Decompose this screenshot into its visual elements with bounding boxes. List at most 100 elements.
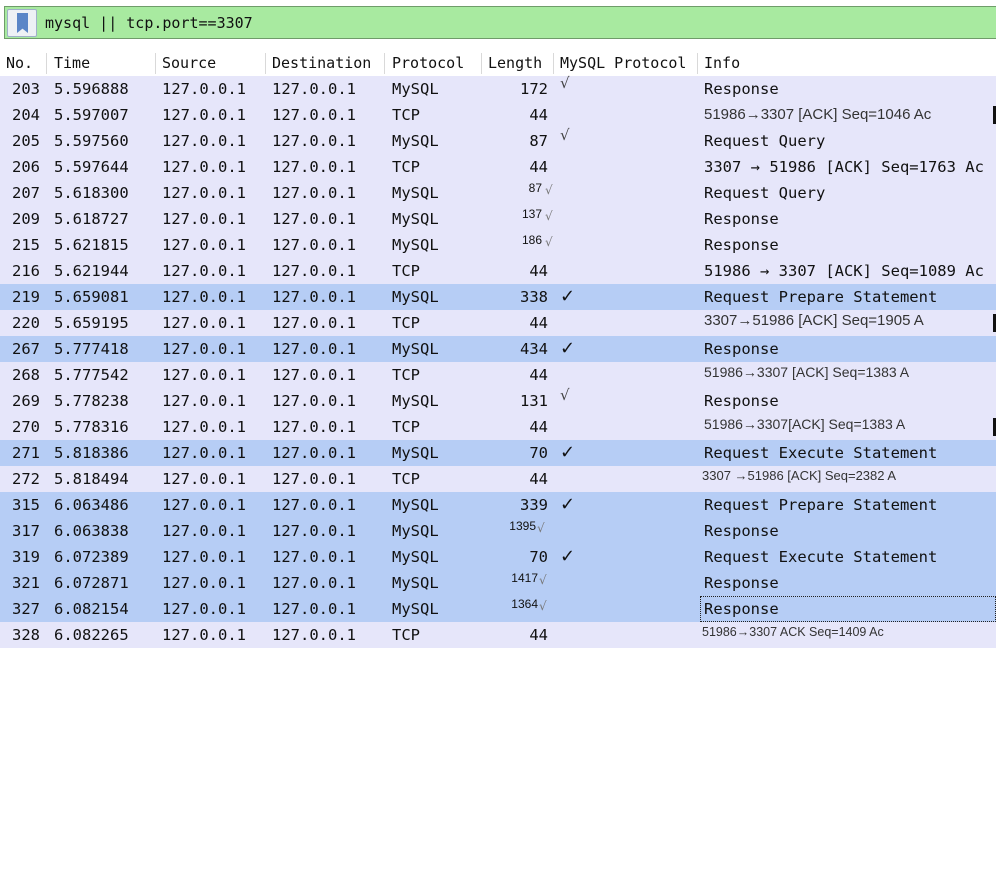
- cell-no: 205: [12, 132, 40, 150]
- display-filter-input[interactable]: mysql || tcp.port==3307: [4, 6, 996, 39]
- cell-source: 127.0.0.1: [162, 444, 246, 462]
- cell-protocol: TCP: [392, 262, 420, 280]
- column-divider[interactable]: [553, 53, 554, 74]
- cell-no: 216: [12, 262, 40, 280]
- check-icon: ✓: [560, 286, 576, 307]
- cell-time: 6.082265: [54, 626, 129, 644]
- cell-destination: 127.0.0.1: [272, 106, 356, 124]
- cell-destination: 127.0.0.1: [272, 574, 356, 592]
- cell-time: 5.621944: [54, 262, 129, 280]
- table-row[interactable]: 216 5.621944 127.0.0.1 127.0.0.1 TCP 44 …: [0, 258, 996, 284]
- cell-source: 127.0.0.1: [162, 132, 246, 150]
- cell-destination: 127.0.0.1: [272, 496, 356, 514]
- cell-destination: 127.0.0.1: [272, 314, 356, 332]
- cell-destination: 127.0.0.1: [272, 522, 356, 540]
- filter-text[interactable]: mysql || tcp.port==3307: [45, 14, 253, 32]
- column-header-source[interactable]: Source: [162, 50, 216, 76]
- check-icon: √: [560, 386, 570, 404]
- cell-source: 127.0.0.1: [162, 522, 246, 540]
- cell-destination: 127.0.0.1: [272, 470, 356, 488]
- table-row[interactable]: 204 5.597007 127.0.0.1 127.0.0.1 TCP 44 …: [0, 102, 996, 128]
- cell-source: 127.0.0.1: [162, 288, 246, 306]
- cell-destination: 127.0.0.1: [272, 262, 356, 280]
- cell-time: 6.063486: [54, 496, 129, 514]
- cell-info: Response: [704, 522, 779, 540]
- column-divider[interactable]: [46, 53, 47, 74]
- table-row[interactable]: 272 5.818494 127.0.0.1 127.0.0.1 TCP 44 …: [0, 466, 996, 492]
- cell-source: 127.0.0.1: [162, 236, 246, 254]
- cell-protocol: TCP: [392, 366, 420, 384]
- table-row[interactable]: 328 6.082265 127.0.0.1 127.0.0.1 TCP 44 …: [0, 622, 996, 648]
- cell-no: 203: [12, 80, 40, 98]
- column-header-mysql-protocol[interactable]: MySQL Protocol: [560, 50, 686, 76]
- cell-no: 209: [12, 210, 40, 228]
- column-divider[interactable]: [481, 53, 482, 74]
- cell-time: 5.659081: [54, 288, 129, 306]
- cell-destination: 127.0.0.1: [272, 340, 356, 358]
- table-row[interactable]: 219 5.659081 127.0.0.1 127.0.0.1 MySQL 3…: [0, 284, 996, 310]
- column-header-time[interactable]: Time: [54, 50, 90, 76]
- table-row[interactable]: 203 5.596888 127.0.0.1 127.0.0.1 MySQL 1…: [0, 74, 996, 102]
- cell-no: 328: [12, 626, 40, 644]
- column-divider[interactable]: [155, 53, 156, 74]
- column-divider[interactable]: [384, 53, 385, 74]
- cell-time: 5.778238: [54, 392, 129, 410]
- table-row[interactable]: 205 5.597560 127.0.0.1 127.0.0.1 MySQL 8…: [0, 126, 996, 154]
- cell-no: 219: [12, 288, 40, 306]
- check-icon: ✓: [560, 442, 576, 463]
- cell-info: Response: [704, 236, 779, 254]
- check-icon: √: [539, 573, 547, 587]
- cell-info: 3307 →51986 [ACK] Seq=2382 A: [702, 468, 897, 483]
- column-header-no[interactable]: No.: [6, 50, 33, 76]
- column-divider[interactable]: [265, 53, 266, 74]
- cell-source: 127.0.0.1: [162, 626, 246, 644]
- table-row[interactable]: 220 5.659195 127.0.0.1 127.0.0.1 TCP 44 …: [0, 310, 996, 336]
- column-header-destination[interactable]: Destination: [272, 50, 371, 76]
- cell-source: 127.0.0.1: [162, 106, 246, 124]
- cell-protocol: MySQL: [392, 392, 439, 410]
- table-row[interactable]: 215 5.621815 127.0.0.1 127.0.0.1 MySQL 1…: [0, 232, 996, 258]
- cell-length: 44: [529, 262, 548, 280]
- cell-info: Request Prepare Statement: [704, 496, 938, 514]
- cell-length: 44: [529, 418, 548, 436]
- cell-source: 127.0.0.1: [162, 574, 246, 592]
- cell-time: 5.818494: [54, 470, 129, 488]
- table-row[interactable]: 268 5.777542 127.0.0.1 127.0.0.1 TCP 44 …: [0, 362, 996, 388]
- cell-source: 127.0.0.1: [162, 366, 246, 384]
- bookmark-icon[interactable]: [7, 9, 37, 37]
- cell-no: 271: [12, 444, 40, 462]
- cell-protocol: MySQL: [392, 444, 439, 462]
- cell-time: 5.597560: [54, 132, 129, 150]
- cell-no: 207: [12, 184, 40, 202]
- cell-no: 269: [12, 392, 40, 410]
- cell-destination: 127.0.0.1: [272, 600, 356, 618]
- cell-time: 5.778316: [54, 418, 129, 436]
- check-icon: ✓: [560, 338, 576, 359]
- cell-source: 127.0.0.1: [162, 314, 246, 332]
- cell-destination: 127.0.0.1: [272, 132, 356, 150]
- cell-info: Request Prepare Statement: [704, 288, 938, 306]
- column-header-length[interactable]: Length: [488, 50, 542, 76]
- cell-source: 127.0.0.1: [162, 418, 246, 436]
- cell-destination: 127.0.0.1: [272, 184, 356, 202]
- display-filter-bar: mysql || tcp.port==3307: [0, 0, 996, 46]
- cell-no: 315: [12, 496, 40, 514]
- cell-time: 5.597007: [54, 106, 129, 124]
- column-header-info[interactable]: Info: [704, 50, 740, 76]
- table-row[interactable]: 317 6.063838 127.0.0.1 127.0.0.1 MySQL 1…: [0, 518, 996, 544]
- table-row[interactable]: 270 5.778316 127.0.0.1 127.0.0.1 TCP 44 …: [0, 414, 996, 440]
- cell-time: 6.063838: [54, 522, 129, 540]
- column-header-protocol[interactable]: Protocol: [392, 50, 464, 76]
- column-divider[interactable]: [697, 53, 698, 74]
- cell-protocol: TCP: [392, 106, 420, 124]
- cell-source: 127.0.0.1: [162, 210, 246, 228]
- cell-destination: 127.0.0.1: [272, 236, 356, 254]
- cell-length: 44: [529, 470, 548, 488]
- cell-info: 3307→51986 [ACK] Seq=1905 A: [704, 312, 924, 329]
- cell-source: 127.0.0.1: [162, 470, 246, 488]
- cell-length: 338: [520, 288, 548, 306]
- cell-destination: 127.0.0.1: [272, 548, 356, 566]
- cell-time: 6.072871: [54, 574, 129, 592]
- cell-no: 204: [12, 106, 40, 124]
- check-icon: √: [545, 235, 553, 249]
